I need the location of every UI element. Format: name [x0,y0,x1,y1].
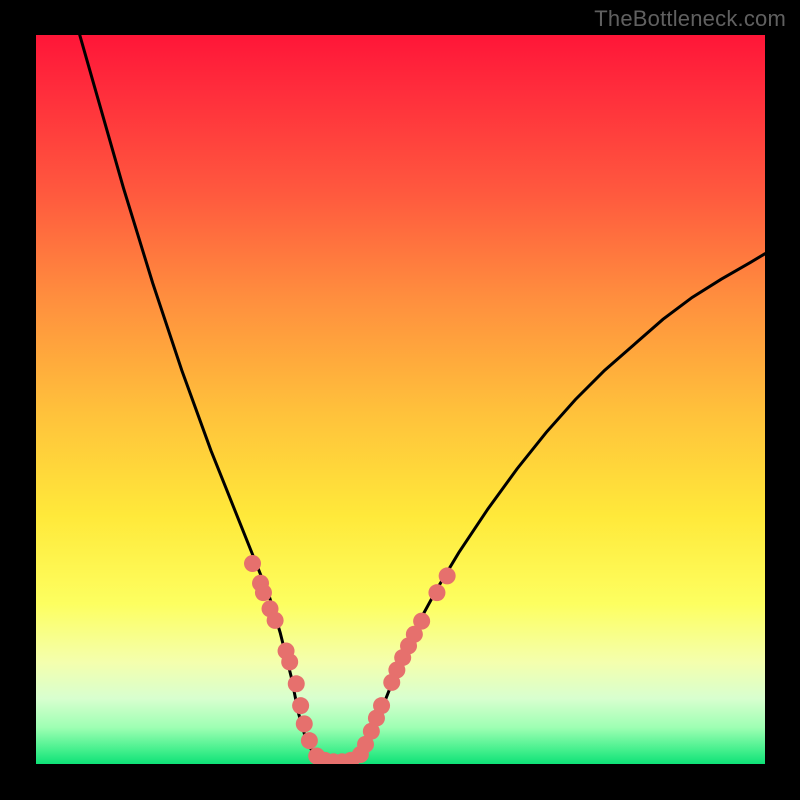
data-point [439,567,456,584]
data-point [301,732,318,749]
data-point [281,653,298,670]
data-point [296,715,313,732]
plot-area [36,35,765,764]
data-point [373,697,390,714]
data-point [292,697,309,714]
data-point [267,612,284,629]
data-point [413,613,430,630]
watermark-text: TheBottleneck.com [594,6,786,32]
curve-group [80,35,765,763]
points-group [244,555,456,764]
data-point [288,675,305,692]
data-point [244,555,261,572]
chart-svg [36,35,765,764]
chart-frame: TheBottleneck.com [0,0,800,800]
data-point [255,584,272,601]
bottleneck-curve [80,35,765,763]
data-point [428,584,445,601]
